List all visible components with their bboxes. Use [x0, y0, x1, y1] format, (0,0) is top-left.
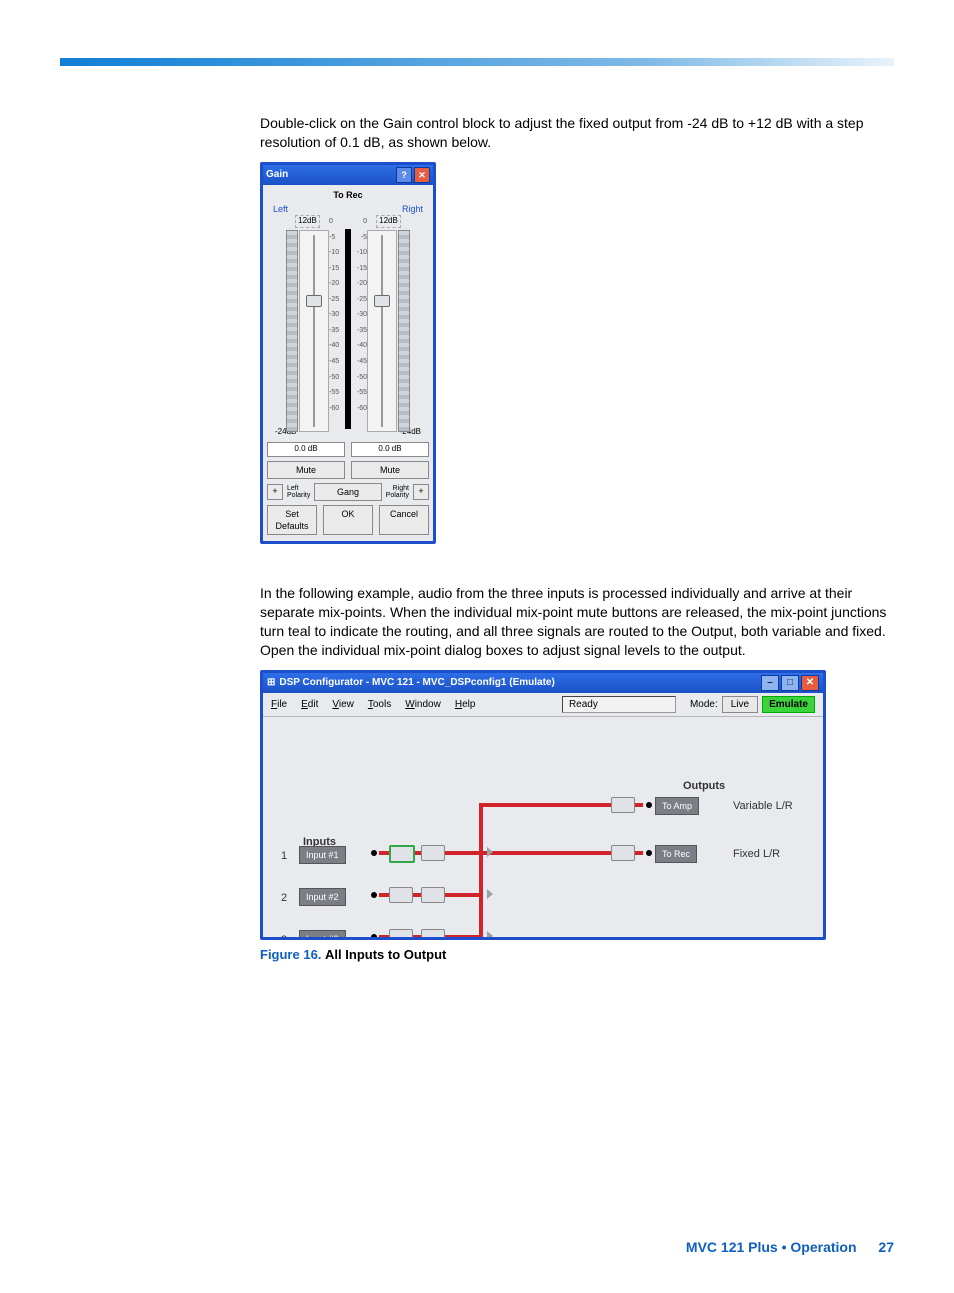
paragraph-1: Double-click on the Gain control block t…	[260, 114, 900, 152]
mode-label: Mode:	[690, 698, 718, 712]
input-3-num: 3	[281, 933, 287, 937]
in1-node-b[interactable]	[421, 845, 445, 861]
right-meter	[398, 230, 410, 432]
routing-wires	[263, 717, 823, 937]
gang-button[interactable]: Gang	[314, 483, 381, 501]
menu-tools[interactable]: Tools	[368, 698, 391, 712]
figure-title: All Inputs to Output	[325, 947, 446, 962]
footer-section: MVC 121 Plus • Operation	[686, 1239, 857, 1255]
in3-node-b[interactable]	[421, 929, 445, 937]
minimize-icon[interactable]: –	[761, 675, 779, 691]
menu-view[interactable]: View	[332, 698, 354, 712]
status-readout: Ready	[562, 696, 676, 714]
out1-pre-node[interactable]	[611, 797, 635, 813]
figure-number: Figure 16.	[260, 947, 321, 962]
left-polarity-button[interactable]: +	[267, 484, 283, 500]
output-1-box[interactable]: To Amp	[655, 797, 699, 815]
in2-chevron-icon	[487, 889, 493, 899]
right-top-db: 12dB	[376, 215, 401, 228]
in3-dot	[371, 934, 377, 937]
dsp-title: DSP Configurator - MVC 121 - MVC_DSPconf…	[279, 676, 554, 690]
gain-title: Gain	[266, 168, 288, 182]
left-fader-thumb[interactable]	[306, 295, 322, 307]
left-top-db: 12dB	[295, 215, 320, 228]
scale-right: 0-5-10-15-20-25-30-35-40-45-50-55-60	[351, 215, 367, 415]
right-polarity-button[interactable]: +	[413, 484, 429, 500]
emulate-button[interactable]: Emulate	[762, 696, 815, 714]
output-2-box[interactable]: To Rec	[655, 845, 697, 863]
left-mute-button[interactable]: Mute	[267, 461, 345, 479]
dsp-canvas[interactable]: Outputs Inputs To Amp Variable L/R To Re…	[263, 717, 823, 937]
left-db-readout[interactable]: 0.0 dB	[267, 442, 345, 457]
out2-pre-node[interactable]	[611, 845, 635, 861]
in3-chevron-icon	[487, 931, 493, 937]
footer-page: 27	[878, 1239, 894, 1255]
in2-node-a[interactable]	[389, 887, 413, 903]
page-top-accent	[60, 58, 894, 66]
live-button[interactable]: Live	[722, 696, 758, 714]
set-defaults-button[interactable]: Set Defaults	[267, 505, 317, 535]
close-icon[interactable]: ✕	[414, 167, 430, 183]
in2-node-b[interactable]	[421, 887, 445, 903]
input-1-num: 1	[281, 849, 287, 864]
cancel-button[interactable]: Cancel	[379, 505, 429, 535]
right-mute-button[interactable]: Mute	[351, 461, 429, 479]
left-channel-label: Left	[273, 203, 288, 215]
page-footer: MVC 121 Plus • Operation 27	[686, 1238, 894, 1257]
input-3-box[interactable]: Input #3	[299, 930, 346, 937]
gain-titlebar[interactable]: Gain ? ✕	[263, 165, 433, 185]
right-db-readout[interactable]: 0.0 dB	[351, 442, 429, 457]
in1-chevron-icon	[487, 847, 493, 857]
in3-node-a[interactable]	[389, 929, 413, 937]
window-close-icon[interactable]: ✕	[801, 675, 819, 691]
left-fader[interactable]	[299, 230, 329, 432]
maximize-icon[interactable]: □	[781, 675, 799, 691]
left-polarity-label: Left Polarity	[287, 485, 310, 499]
input-2-box[interactable]: Input #2	[299, 888, 346, 906]
input-2-num: 2	[281, 891, 287, 906]
gain-dialog: Gain ? ✕ To Rec Left Right 12dB	[260, 162, 436, 544]
menu-window[interactable]: Window	[405, 698, 441, 712]
figure-caption: Figure 16. All Inputs to Output	[260, 946, 900, 964]
right-fader-thumb[interactable]	[374, 295, 390, 307]
right-fader[interactable]	[367, 230, 397, 432]
right-channel-label: Right	[402, 203, 423, 215]
gain-header: To Rec	[267, 189, 429, 201]
ok-button[interactable]: OK	[323, 505, 373, 535]
right-polarity-label: Right Polarity	[386, 485, 409, 499]
scale-left: 0-5-10-15-20-25-30-35-40-45-50-55-60	[329, 215, 345, 415]
paragraph-2: In the following example, audio from the…	[260, 584, 900, 660]
help-icon[interactable]: ?	[396, 167, 412, 183]
in1-node-a[interactable]	[389, 845, 415, 863]
outputs-label: Outputs	[683, 779, 725, 794]
output-1-type: Variable L/R	[733, 799, 793, 814]
dsp-window: ⊞ DSP Configurator - MVC 121 - MVC_DSPco…	[260, 670, 826, 941]
dsp-menubar: File Edit View Tools Window Help Ready M…	[263, 693, 823, 718]
menu-help[interactable]: Help	[455, 698, 476, 712]
dsp-titlebar[interactable]: ⊞ DSP Configurator - MVC 121 - MVC_DSPco…	[263, 673, 823, 693]
left-meter	[286, 230, 298, 432]
output-2-type: Fixed L/R	[733, 847, 780, 862]
menu-edit[interactable]: Edit	[301, 698, 318, 712]
menu-file[interactable]: File	[271, 698, 287, 712]
input-1-box[interactable]: Input #1	[299, 846, 346, 864]
